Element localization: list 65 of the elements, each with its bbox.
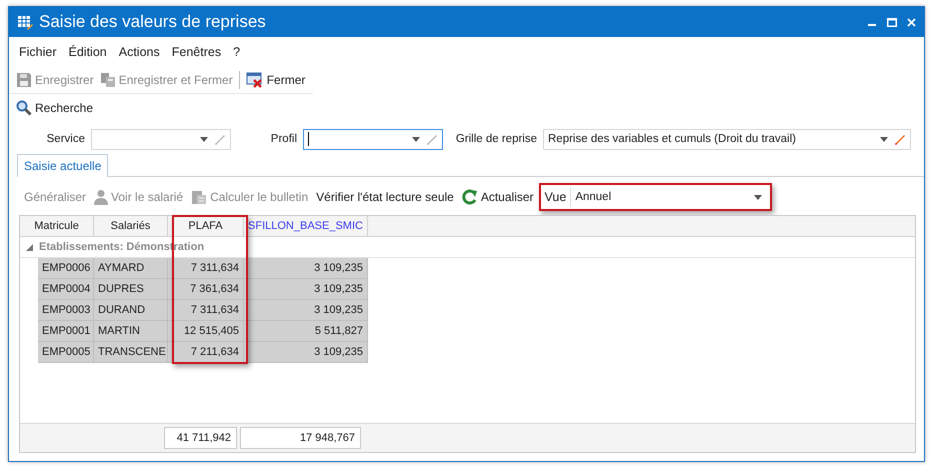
table-cell: EMP0001 [38,321,94,342]
table-cell: 12 515,405 [168,321,244,342]
menu-item[interactable]: ? [227,45,246,59]
tab[interactable]: Saisie actuelle [17,154,108,177]
table-cell: AYMARD [94,258,168,279]
filter-field[interactable] [303,128,443,150]
menu-item[interactable]: Édition [62,45,113,59]
menu-item[interactable]: Actions [112,45,166,59]
table-cell: EMP0005 [38,342,94,363]
close-icon[interactable] [907,18,916,26]
documents-icon [100,72,116,88]
action-button[interactable]: Actualiser [458,187,537,207]
column-header[interactable]: SFILLON_BASE_SMIC [244,216,368,236]
column-header[interactable]: PLAFA [168,216,244,236]
dropdown-caret-icon[interactable] [880,136,888,142]
table-cell: 7 211,634 [168,342,244,363]
maximize-icon[interactable] [887,18,897,26]
window-close-icon [246,72,264,88]
table-cell: 7 311,634 [168,300,244,321]
dropdown-caret-icon[interactable] [412,136,420,142]
table-cell: DUPRES [94,279,168,300]
search-button[interactable]: Recherche [13,98,96,118]
filter-field[interactable]: Reprise des variables et cumuls (Droit du travail) [543,128,911,150]
person-icon [94,189,108,205]
filter-label: Profil [270,133,298,145]
table-row[interactable]: EMP0003 DURAND 7 311,634 3 109,235 [38,300,915,321]
table-row[interactable]: EMP0001 MARTIN 12 515,405 5 511,827 [38,321,915,342]
floppy-icon [16,72,32,88]
menu-item[interactable]: Fichier [13,45,63,59]
table-cell: DURAND [94,300,168,321]
refresh-icon [462,189,478,205]
menu-item[interactable]: Fenêtres [166,45,228,59]
table-edit-icon [17,14,33,30]
table-cell: 3 109,235 [244,258,368,279]
column-header[interactable]: Matricule [20,216,94,236]
table-cell: 5 511,827 [244,321,368,342]
dropdown-caret-icon[interactable] [754,194,762,200]
table-cell: 3 109,235 [244,279,368,300]
view-dropdown[interactable]: Annuel [570,187,766,207]
table-row[interactable]: EMP0005 TRANSCENE 7 211,634 3 109,235 [38,342,915,363]
filter-label: Service [46,133,86,145]
dropdown-caret-icon[interactable] [200,136,208,142]
table-cell: EMP0006 [38,258,94,279]
table-cell: 7 361,634 [168,279,244,300]
search-icon [16,100,32,116]
view-label: Vue [544,190,566,204]
table-row[interactable]: EMP0004 DUPRES 7 361,634 3 109,235 [38,279,915,300]
table-cell: TRANSCENE [94,342,168,363]
table-cell: MARTIN [94,321,168,342]
filter-label: Grille de reprise [454,133,538,145]
column-header[interactable]: Salariés [94,216,168,236]
table-cell: EMP0003 [38,300,94,321]
table-row[interactable]: EMP0006 AYMARD 7 311,634 3 109,235 [38,258,915,279]
pencil-icon[interactable] [894,133,906,145]
toolbar-button[interactable]: Fermer [242,70,308,90]
table-cell: 7 311,634 [168,258,244,279]
document-icon [191,189,208,205]
action-button[interactable]: Vérifier l'état lecture seule [313,188,457,206]
window-title: Saisie des valeurs de reprises [39,12,267,32]
table-cell: 3 109,235 [244,300,368,321]
table-cell: 3 109,235 [244,342,368,363]
table-cell: EMP0004 [38,279,94,300]
total-cell: 41 711,942 [164,427,237,449]
total-cell: 17 948,767 [240,427,361,449]
collapse-icon[interactable] [26,244,33,250]
